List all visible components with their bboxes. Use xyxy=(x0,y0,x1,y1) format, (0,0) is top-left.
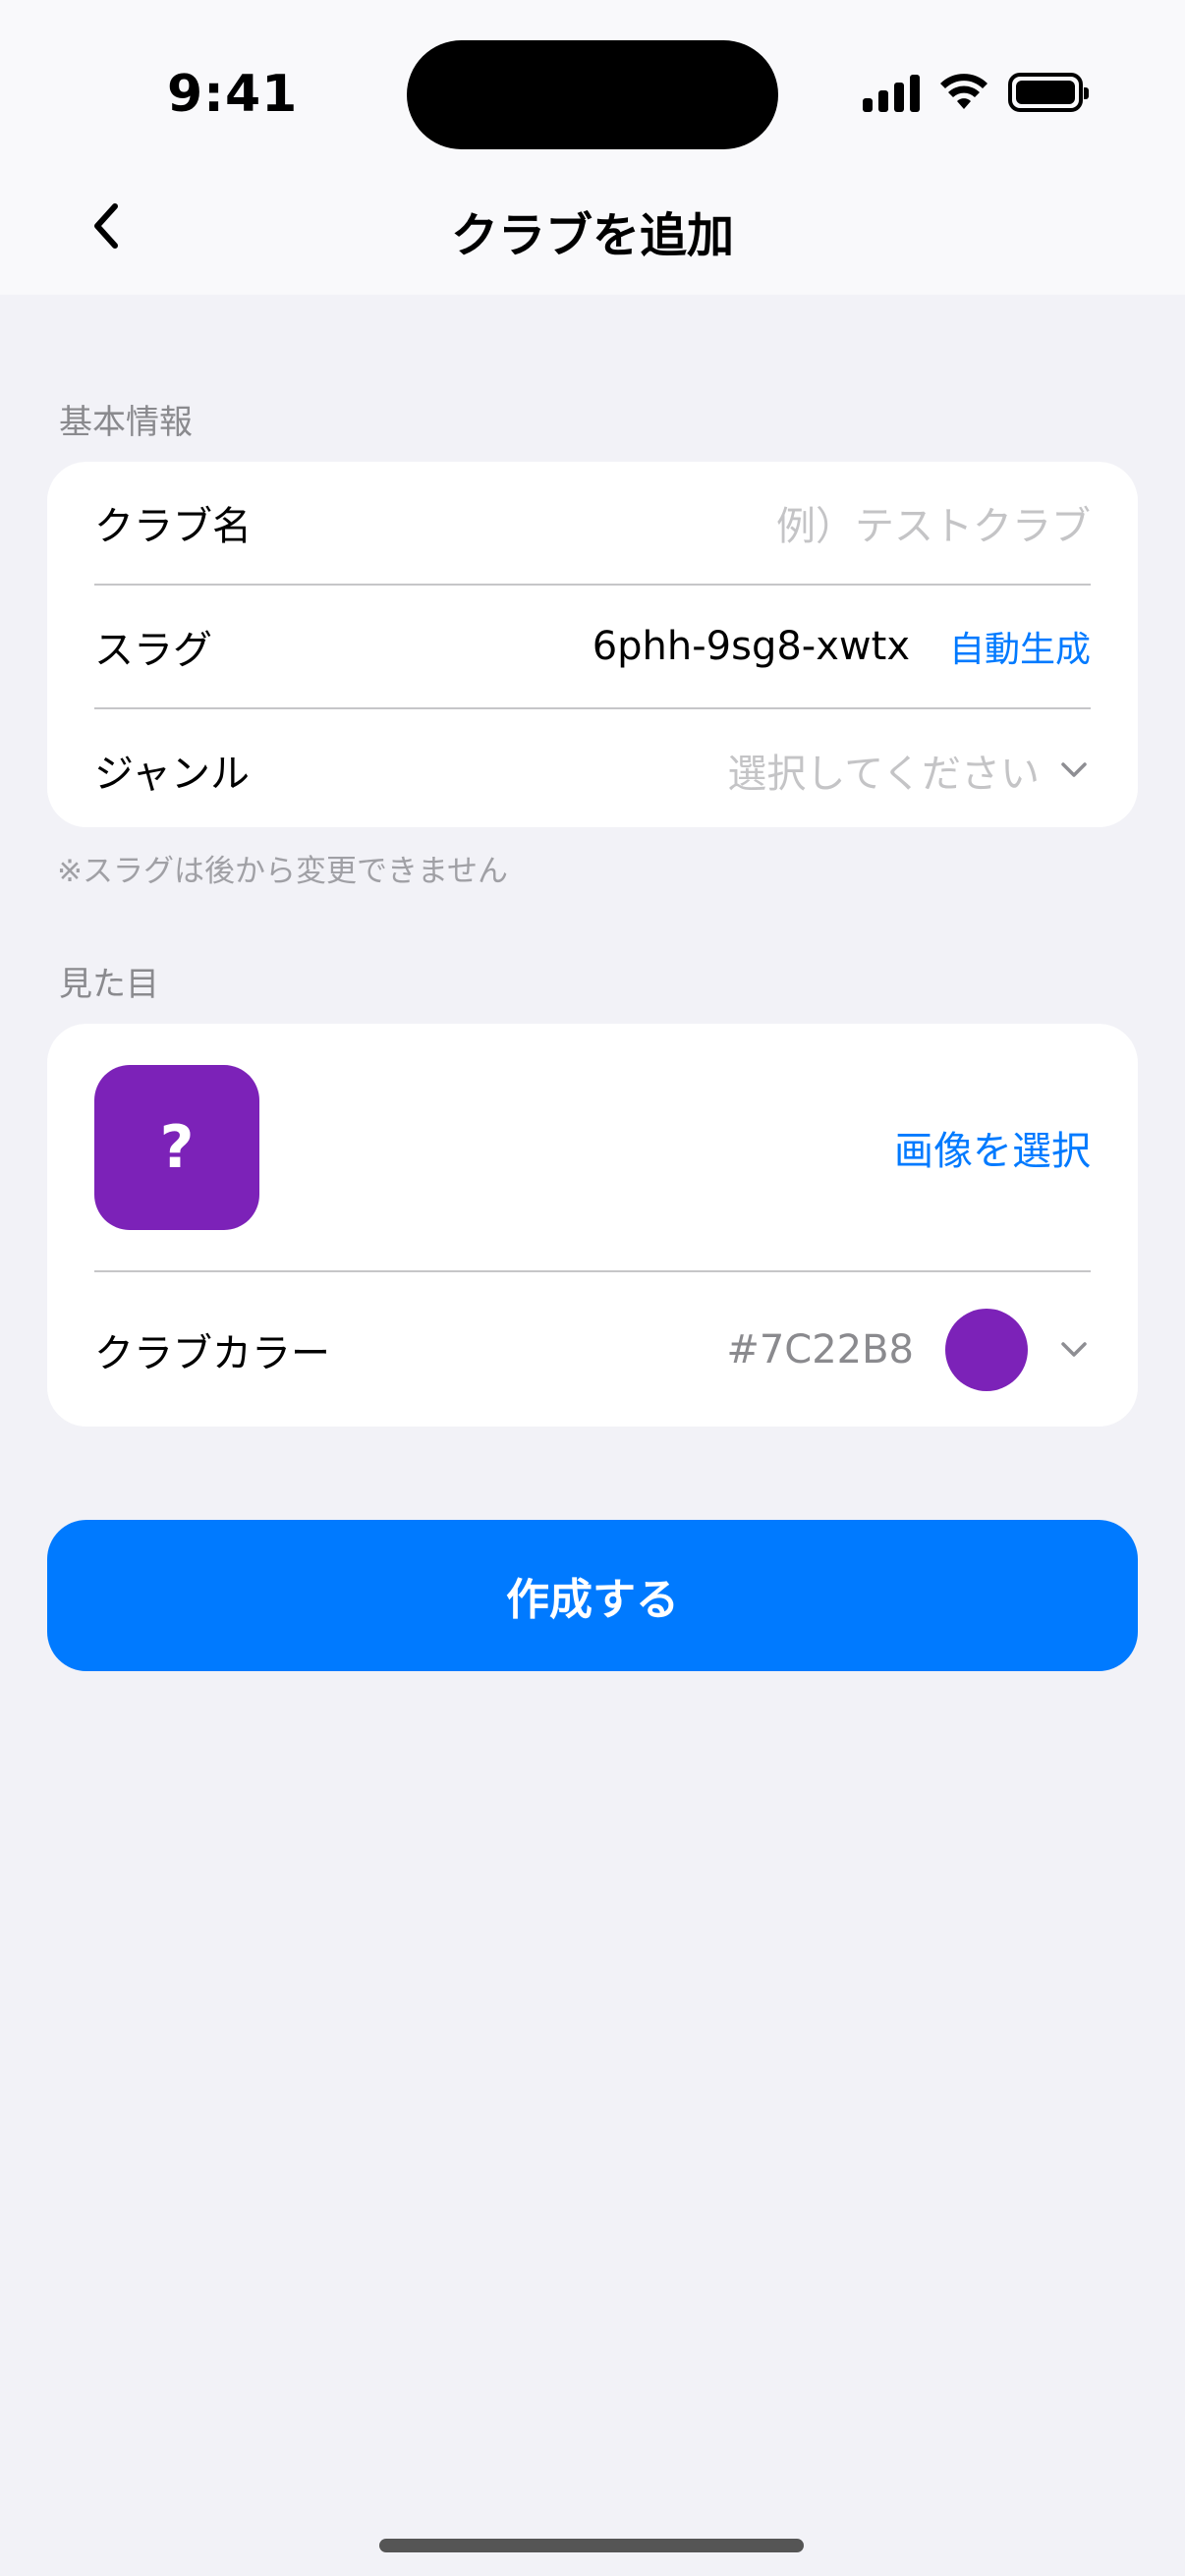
club-color-swatch[interactable] xyxy=(945,1308,1028,1391)
club-color-row[interactable]: クラブカラー #7C22B8 xyxy=(47,1272,1138,1427)
chevron-down-icon xyxy=(1057,754,1091,787)
genre-label: ジャンル xyxy=(94,752,250,797)
section-header-basic: 基本情報 xyxy=(59,403,193,442)
genre-row[interactable]: ジャンル 選択してください xyxy=(47,709,1138,827)
club-name-input[interactable]: 例）テストクラブ xyxy=(776,494,1091,551)
club-image-row: ? 画像を選択 xyxy=(47,1024,1138,1270)
status-time: 9:41 xyxy=(167,65,299,124)
section-header-appearance: 見た目 xyxy=(59,965,159,1004)
select-image-button[interactable]: 画像を選択 xyxy=(894,1119,1091,1176)
club-name-row[interactable]: クラブ名 例）テストクラブ xyxy=(47,462,1138,584)
dynamic-island xyxy=(407,40,778,149)
top-bar: 9:41 クラブを追加 xyxy=(0,0,1185,295)
slug-row[interactable]: スラグ 6phh-9sg8-xwtx 自動生成 xyxy=(47,586,1138,707)
club-color-label: クラブカラー xyxy=(94,1330,330,1376)
status-icons xyxy=(863,73,1089,112)
club-name-label: クラブ名 xyxy=(94,504,252,549)
club-image-placeholder[interactable]: ? xyxy=(94,1064,259,1230)
signal-icon xyxy=(863,73,920,112)
club-color-value: #7C22B8 xyxy=(726,1326,914,1372)
page-title: クラブを追加 xyxy=(450,208,734,263)
basic-info-card: クラブ名 例）テストクラブ スラグ 6phh-9sg8-xwtx 自動生成 ジャ… xyxy=(47,462,1138,827)
home-indicator xyxy=(379,2539,804,2552)
create-button[interactable]: 作成する xyxy=(47,1520,1138,1671)
appearance-card: ? 画像を選択 クラブカラー #7C22B8 xyxy=(47,1024,1138,1427)
chevron-down-icon xyxy=(1057,1333,1091,1367)
wifi-icon xyxy=(940,74,988,109)
battery-icon xyxy=(1008,73,1089,112)
slug-label: スラグ xyxy=(94,628,212,673)
slug-input[interactable]: 6phh-9sg8-xwtx xyxy=(592,624,910,669)
slug-footnote: ※スラグは後から変更できません xyxy=(57,854,509,889)
genre-select[interactable]: 選択してください xyxy=(727,742,1040,799)
auto-generate-button[interactable]: 自動生成 xyxy=(949,621,1091,672)
